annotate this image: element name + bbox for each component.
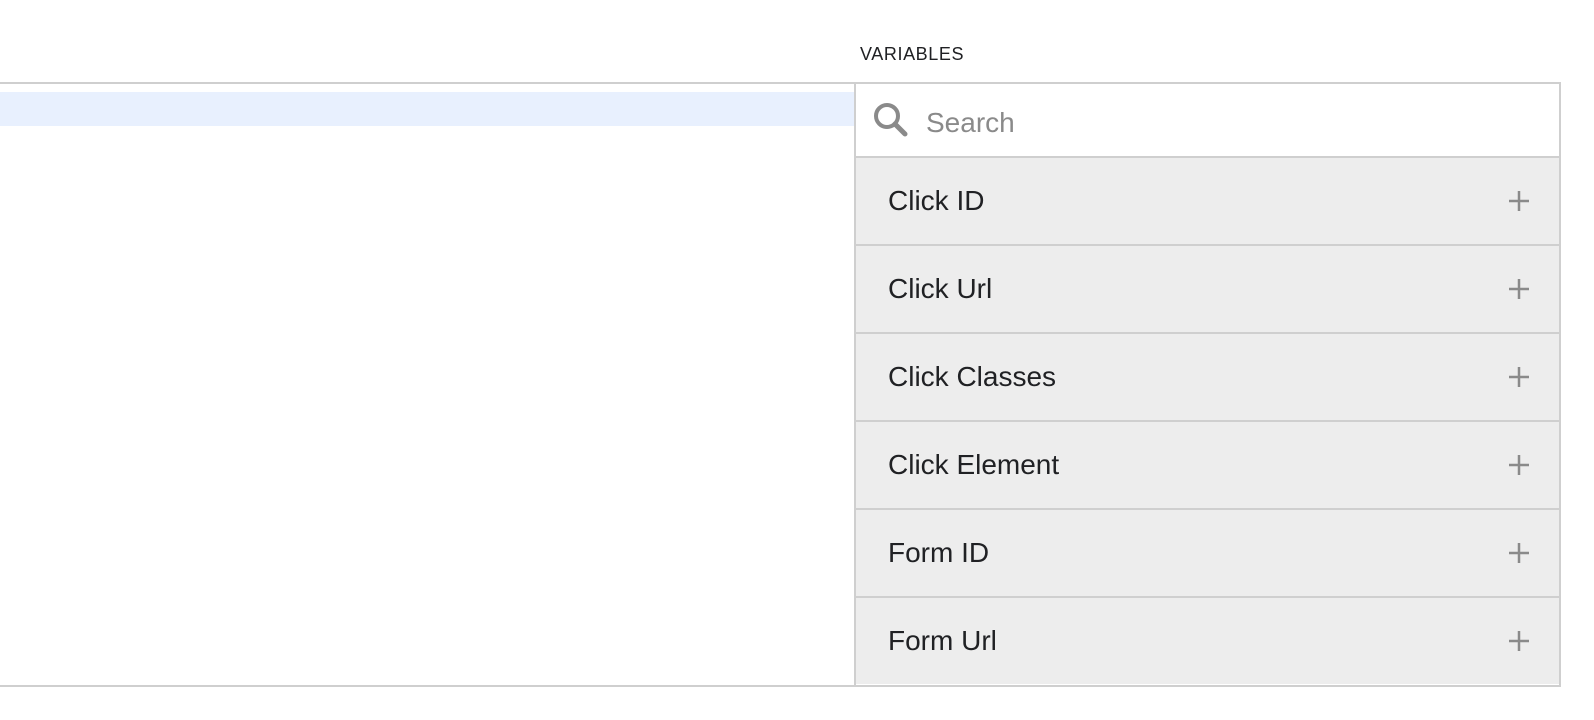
plus-icon[interactable] — [1507, 189, 1531, 213]
editor-frame: Click ID Click Url Click Classes — [0, 82, 1561, 687]
variable-item-form-url[interactable]: Form Url — [856, 598, 1559, 684]
variable-list: Click ID Click Url Click Classes Click E… — [856, 158, 1559, 684]
editor-active-line[interactable] — [0, 92, 854, 126]
plus-icon[interactable] — [1507, 365, 1531, 389]
search-bar — [856, 84, 1559, 158]
variable-item-click-id[interactable]: Click ID — [856, 158, 1559, 246]
variables-panel: Click ID Click Url Click Classes — [854, 84, 1559, 685]
plus-icon[interactable] — [1507, 629, 1531, 653]
code-editor[interactable] — [0, 84, 854, 685]
variable-label: Click Url — [888, 273, 993, 304]
variable-label: Form Url — [888, 625, 997, 656]
variable-label: Click ID — [888, 185, 985, 216]
search-input[interactable] — [926, 107, 1486, 139]
search-icon — [874, 103, 908, 137]
plus-icon[interactable] — [1507, 541, 1531, 565]
plus-icon[interactable] — [1507, 453, 1531, 477]
variable-item-click-classes[interactable]: Click Classes — [856, 334, 1559, 422]
variable-item-click-element[interactable]: Click Element — [856, 422, 1559, 510]
variable-item-form-id[interactable]: Form ID — [856, 510, 1559, 598]
variable-item-click-url[interactable]: Click Url — [856, 246, 1559, 334]
variable-label: Click Element — [888, 449, 1060, 480]
variable-label: Form ID — [888, 537, 990, 568]
variables-title: VARIABLES — [860, 44, 965, 64]
variable-label: Click Classes — [888, 361, 1057, 392]
plus-icon[interactable] — [1507, 277, 1531, 301]
